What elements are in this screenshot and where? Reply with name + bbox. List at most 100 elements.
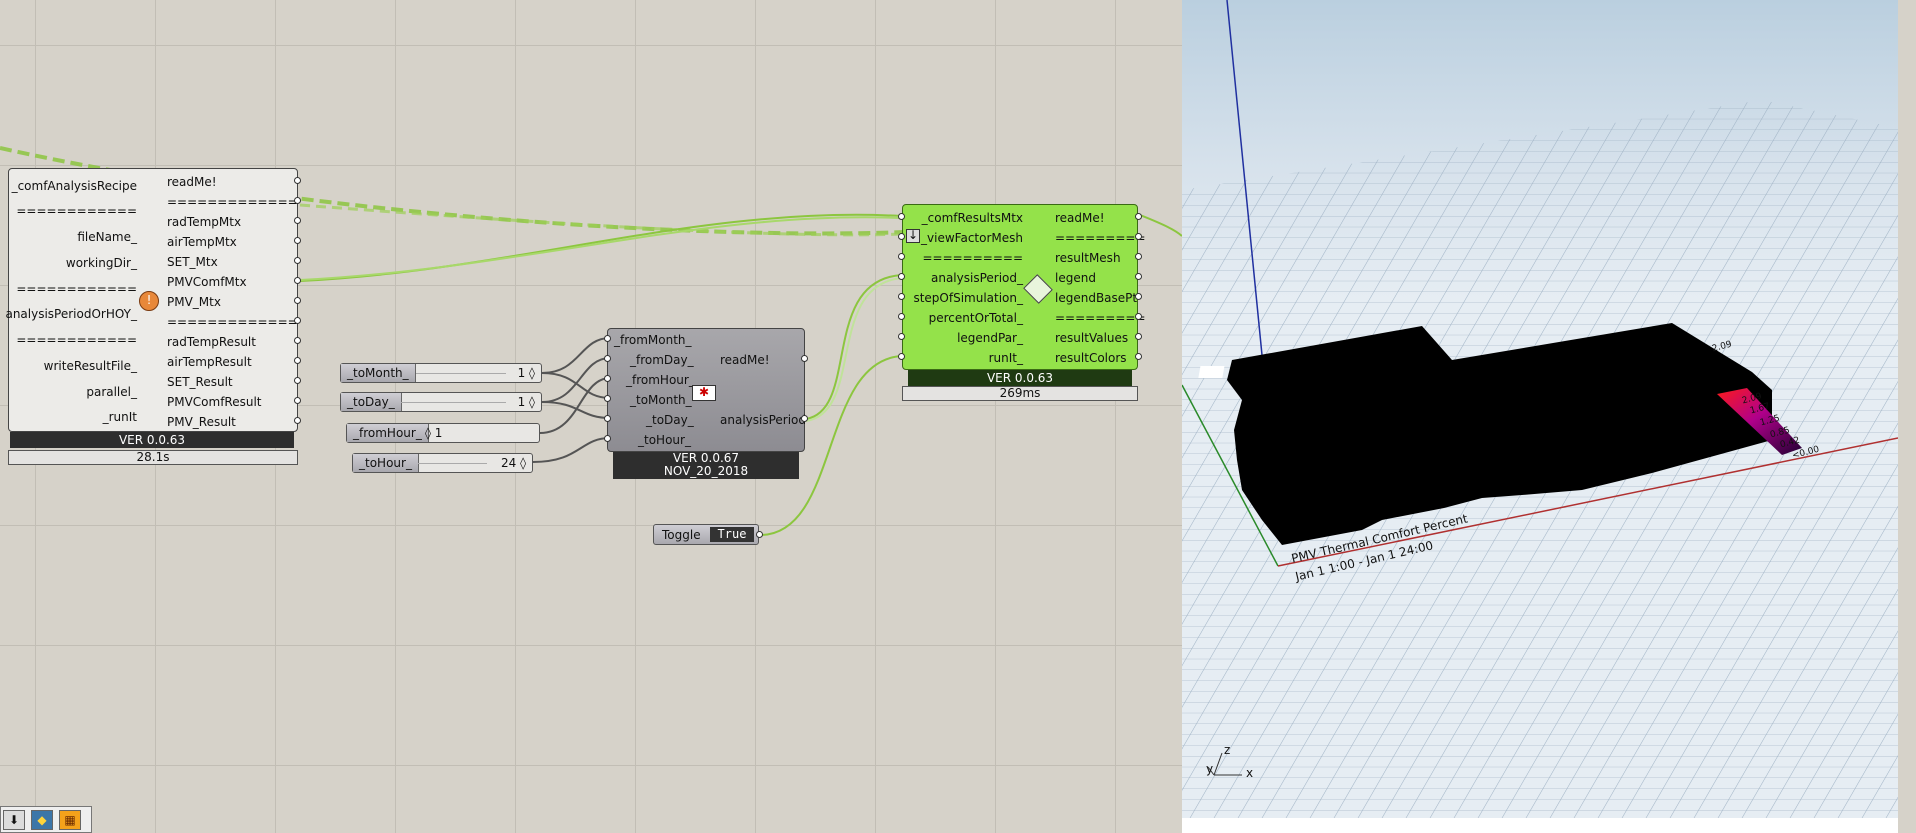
slider-to-day[interactable]: _toDay_ 1 ◊ <box>340 392 542 412</box>
output-port[interactable] <box>1135 233 1142 240</box>
output-port-label: analysisPeriod <box>720 413 807 427</box>
output-port-label: SET_Mtx <box>167 255 218 269</box>
input-port[interactable] <box>604 415 611 422</box>
output-port[interactable] <box>294 357 301 364</box>
axis-gizmo-z: z <box>1224 743 1231 757</box>
input-port[interactable] <box>604 355 611 362</box>
output-port[interactable] <box>1135 313 1142 320</box>
rhino-3d-viewport[interactable]: 2.09 2.09 1.67 1.25 0.85 0.42 <0.00 PMV … <box>1182 0 1898 818</box>
input-port-label: _toMonth_ <box>630 393 692 407</box>
input-port[interactable] <box>604 395 611 402</box>
output-port[interactable] <box>294 337 301 344</box>
separator-label: ========= <box>1055 311 1146 325</box>
comfort-results-component[interactable]: _comfResultsMtx _viewFactorMesh ========… <box>902 204 1146 370</box>
date-label: NOV_20_2018 <box>663 464 749 478</box>
slider-track[interactable] <box>416 373 506 374</box>
slider-value: 1 ◊ <box>517 366 535 380</box>
input-port[interactable] <box>604 335 611 342</box>
input-port[interactable] <box>898 313 905 320</box>
slider-track[interactable] <box>418 463 487 464</box>
axis-gizmo-x: x <box>1246 766 1254 780</box>
wire-results-out <box>1139 214 1182 237</box>
separator-label: ============ <box>16 282 137 296</box>
analysis-period-component[interactable]: _fromMonth_ _fromDay_ _fromHour_ _toMont… <box>607 328 807 452</box>
grasshopper-canvas[interactable]: _comfAnalysisRecipe ============ fileNam… <box>0 0 1182 833</box>
slider-name: _fromHour_ <box>347 424 429 442</box>
output-port-label: readMe! <box>167 175 217 189</box>
input-port-label: _viewFactorMesh <box>921 231 1023 245</box>
separator-label: ========= <box>1055 231 1146 245</box>
slider-value: 24 ◊ <box>500 456 526 470</box>
wire-pmvcomfmtx <box>299 213 903 282</box>
output-port-label: PMV_Mtx <box>167 295 221 309</box>
input-port[interactable] <box>898 273 905 280</box>
output-port[interactable] <box>294 257 301 264</box>
wire-tohour <box>532 437 611 463</box>
output-port[interactable] <box>1135 253 1142 260</box>
input-port-label: _comfAnalysisRecipe <box>11 179 137 193</box>
comfort-recipe-runner-component[interactable]: _comfAnalysisRecipe ============ fileNam… <box>5 168 298 432</box>
ladybug-icon[interactable]: ▦ <box>59 810 81 830</box>
input-port[interactable] <box>898 213 905 220</box>
output-port-label: readMe! <box>720 353 770 367</box>
output-port[interactable] <box>294 177 301 184</box>
output-port[interactable] <box>294 197 301 204</box>
output-port[interactable] <box>1135 333 1142 340</box>
slider-track[interactable] <box>401 402 506 403</box>
output-port[interactable] <box>801 355 808 362</box>
slider-name: _toHour_ <box>353 454 419 472</box>
input-port[interactable] <box>604 375 611 382</box>
output-port[interactable] <box>1135 293 1142 300</box>
input-port[interactable] <box>898 333 905 340</box>
slider-to-hour[interactable]: _toHour_ 24 ◊ <box>352 453 533 473</box>
input-port-label: parallel_ <box>86 385 137 399</box>
output-port[interactable] <box>801 415 808 422</box>
input-port[interactable] <box>604 435 611 442</box>
input-port[interactable] <box>898 353 905 360</box>
output-port[interactable] <box>294 297 301 304</box>
output-port[interactable] <box>294 217 301 224</box>
python-icon[interactable]: ◆ <box>31 810 53 830</box>
input-port-label: _fromMonth_ <box>614 333 692 347</box>
input-port-label: analysisPeriodOrHOY_ <box>5 307 137 321</box>
separator-label: ========== <box>922 251 1023 265</box>
download-icon[interactable]: ⬇ <box>3 810 25 830</box>
input-port-label: writeResultFile_ <box>43 359 137 373</box>
output-port-label: radTempResult <box>167 335 256 349</box>
wire-tomonth-b <box>541 372 611 399</box>
input-port-label: _runIt <box>102 410 137 424</box>
wire-analysisperiod <box>805 274 903 420</box>
bottom-toolbar: ⬇ ◆ ▦ <box>0 806 92 833</box>
output-port[interactable] <box>294 317 301 324</box>
version-bar: VER 0.0.63 <box>10 432 294 448</box>
output-port-label: PMV_Result <box>167 415 236 429</box>
axis-gizmo-y: y <box>1206 762 1214 776</box>
output-port[interactable] <box>294 237 301 244</box>
boolean-toggle[interactable]: Toggle True <box>653 524 759 545</box>
output-port[interactable] <box>1135 213 1142 220</box>
output-port[interactable] <box>756 531 763 538</box>
slider-from-hour[interactable]: _fromHour_ ◊ 1 <box>346 423 540 443</box>
input-port[interactable] <box>898 253 905 260</box>
slider-to-month[interactable]: _toMonth_ 1 ◊ <box>340 363 542 383</box>
input-port[interactable] <box>898 293 905 300</box>
wire-tomonth <box>541 337 611 374</box>
toggle-value-button[interactable]: True <box>710 527 754 542</box>
input-port-label: fileName_ <box>77 230 137 244</box>
output-port-label: resultMesh <box>1055 251 1121 265</box>
separator-label: ============ <box>16 333 137 347</box>
output-port-label: SET_Result <box>167 375 233 389</box>
separator-label: ============= <box>167 315 298 329</box>
output-port[interactable] <box>294 417 301 424</box>
input-port[interactable] <box>898 233 905 240</box>
input-port-label: workingDir_ <box>65 256 137 270</box>
output-port[interactable] <box>1135 353 1142 360</box>
input-port-label: legendPar_ <box>957 331 1023 345</box>
output-port[interactable] <box>1135 273 1142 280</box>
output-port[interactable] <box>294 377 301 384</box>
separator-label: ============= <box>167 195 298 209</box>
output-port[interactable] <box>294 397 301 404</box>
viewport-side-strip <box>1898 0 1916 833</box>
output-port-label: airTempMtx <box>167 235 237 249</box>
output-port[interactable] <box>294 277 301 284</box>
